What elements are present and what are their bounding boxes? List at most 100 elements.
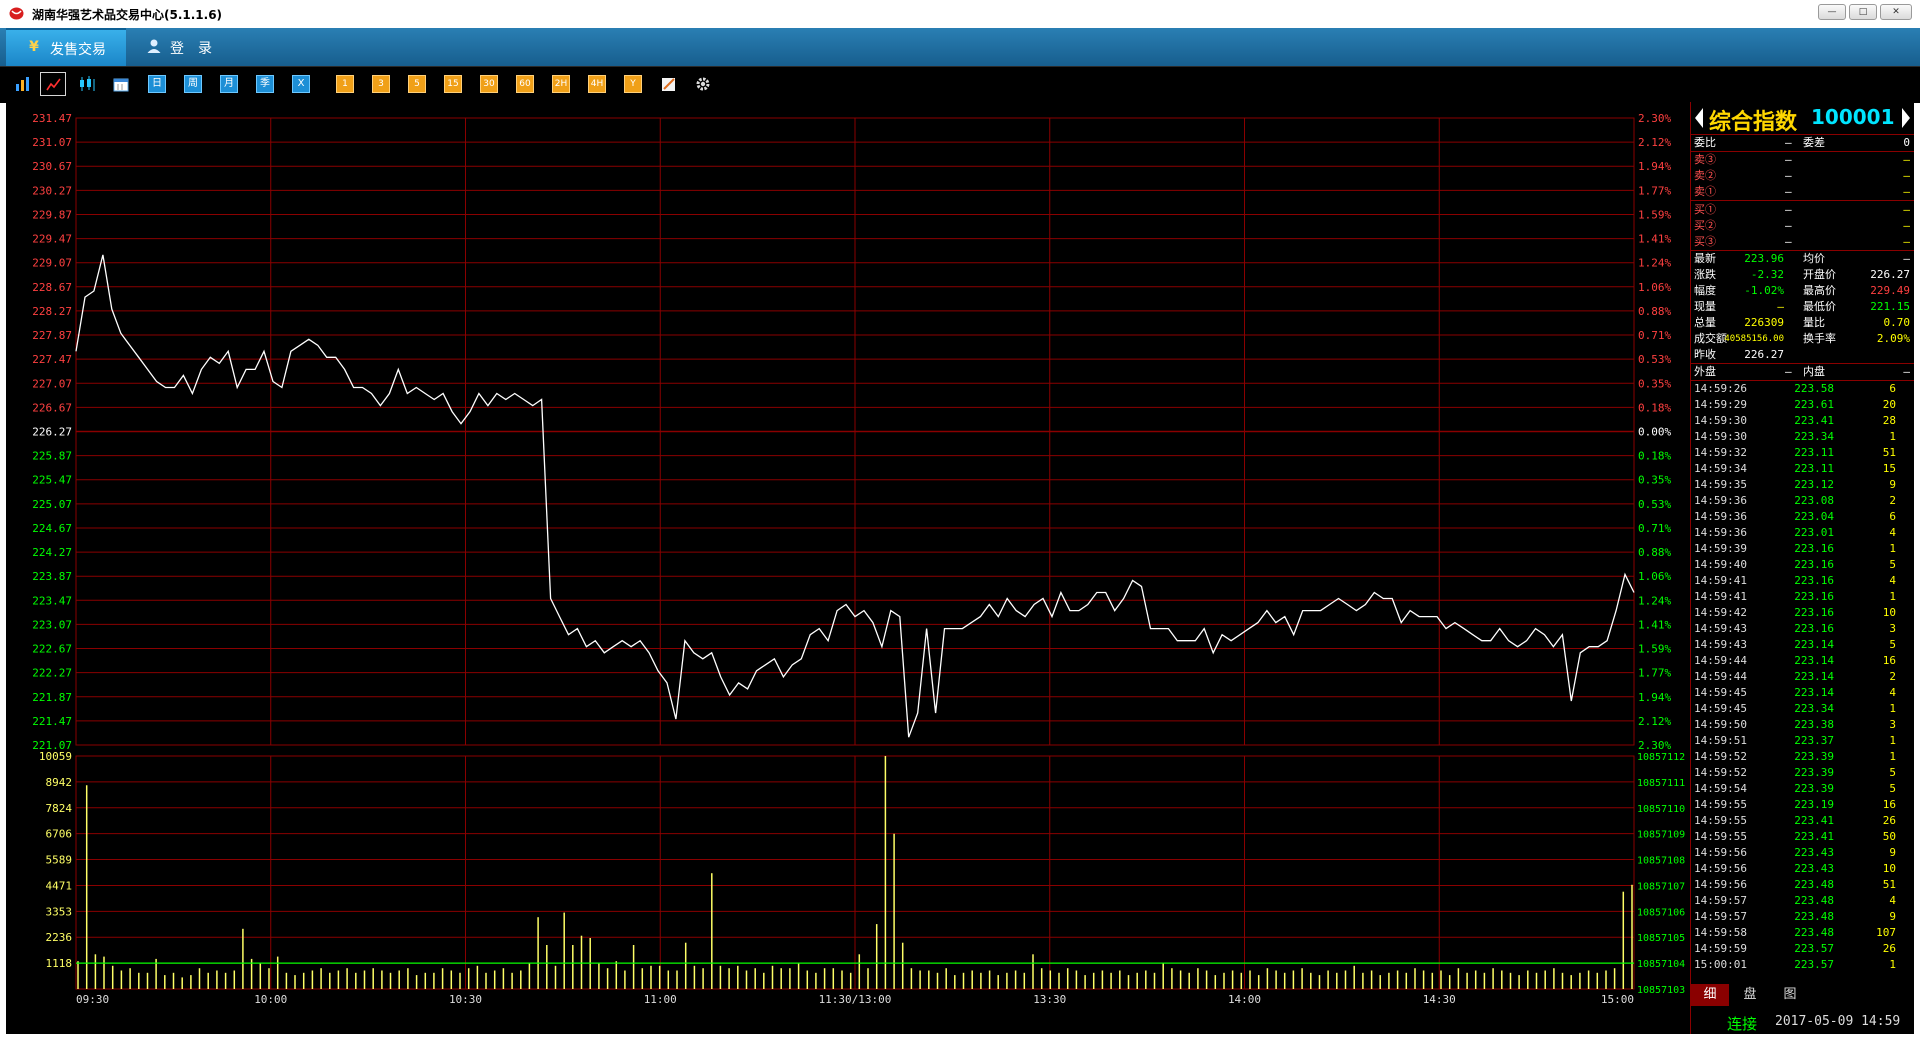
tab-login[interactable]: 登录: [140, 28, 240, 66]
toolbar-button-min-5[interactable]: 5: [408, 75, 426, 93]
price-tick-label: 222.67: [32, 643, 72, 656]
trade-volume: 16: [1882, 654, 1896, 667]
toolbar-button-period-x[interactable]: X: [292, 75, 310, 93]
trade-time: 14:59:50: [1694, 718, 1747, 731]
toolbar-button-min-15[interactable]: 15: [444, 75, 462, 93]
trade-row: 14:59:34 223.11 15: [1691, 461, 1914, 477]
maximize-button[interactable]: □: [1849, 4, 1877, 20]
toolbar-button-period-day[interactable]: 日: [148, 75, 166, 93]
trade-volume: 1: [1889, 750, 1896, 763]
quote-value: 2.09%: [1876, 332, 1910, 345]
trade-time: 14:59:29: [1694, 398, 1747, 411]
toolbar-button-min-30[interactable]: 30: [480, 75, 498, 93]
trade-price: 223.48: [1794, 910, 1834, 923]
trade-time: 14:59:54: [1694, 782, 1747, 795]
quote-label: 均价: [1803, 252, 1825, 265]
trade-time: 14:59:55: [1694, 830, 1747, 843]
connection-status: 连接: [1727, 1015, 1758, 1033]
toolbar-button-hour-2[interactable]: 2H: [552, 75, 570, 93]
trade-price: 223.04: [1794, 510, 1834, 523]
trade-price: 223.48: [1794, 878, 1834, 891]
trade-time: 14:59:58: [1694, 926, 1747, 939]
intraday-chart: 231.47 2.30% 231.07 2.12% 230.67 1.94% 230.27 1…: [32, 112, 1685, 1006]
trade-row: 14:59:52 223.39 5: [1691, 765, 1914, 781]
trade-volume: 28: [1882, 414, 1896, 427]
toolbar-button-min-1[interactable]: 1: [336, 75, 354, 93]
trade-volume: 10: [1882, 862, 1896, 875]
time-tick-label: 13:30: [1033, 993, 1066, 1006]
trade-row: 14:59:44 223.14 2: [1691, 669, 1914, 685]
quote-row: 涨跌 -2.32 开盘价 226.27: [1691, 267, 1914, 283]
sell-level-label: 卖③: [1694, 153, 1716, 166]
volume-right-label: 10857110: [1637, 804, 1685, 815]
sell-level-volume: —: [1903, 169, 1910, 182]
pct-tick-label: 0.53%: [1638, 353, 1671, 366]
trade-price: 223.38: [1794, 718, 1834, 731]
trade-price: 223.16: [1794, 606, 1834, 619]
calendar-icon[interactable]: [112, 75, 130, 93]
close-button[interactable]: ✕: [1880, 4, 1912, 20]
pct-tick-label: 0.35%: [1638, 474, 1671, 487]
draw-icon[interactable]: [660, 75, 678, 93]
bar-chart-icon[interactable]: [14, 75, 32, 93]
toolbar-button-period-month[interactable]: 月: [220, 75, 238, 93]
buy-level-row: 买② — —: [1691, 218, 1914, 234]
trade-time: 14:59:57: [1694, 910, 1747, 923]
price-tick-label: 230.67: [32, 160, 72, 173]
toolbar-button-min-60[interactable]: 60: [516, 75, 534, 93]
pct-tick-label: 1.59%: [1638, 643, 1671, 656]
quote-value: 0.70: [1883, 316, 1911, 329]
quote-value: 229.49: [1870, 284, 1910, 297]
toolbar-button-min-3[interactable]: 3: [372, 75, 390, 93]
tab-chart[interactable]: 图: [1771, 984, 1809, 1006]
price-tick-label: 228.27: [32, 305, 72, 318]
trade-price: 223.12: [1794, 478, 1834, 491]
buy-level-volume: —: [1903, 235, 1910, 248]
buy-level-volume: —: [1903, 203, 1910, 216]
trade-time: 14:59:44: [1694, 654, 1747, 667]
minimize-button[interactable]: —: [1818, 4, 1846, 20]
trade-price: 223.37: [1794, 734, 1834, 747]
time-tick-label: 09:30: [76, 993, 109, 1006]
status-datetime: 2017-05-09 14:59: [1775, 1014, 1901, 1029]
pct-tick-label: 0.53%: [1638, 498, 1671, 511]
toolbar-button-year[interactable]: Y: [624, 75, 642, 93]
trade-volume: 9: [1889, 910, 1896, 923]
toolbar-button-hour-4[interactable]: 4H: [588, 75, 606, 93]
trade-price: 223.16: [1794, 542, 1834, 555]
price-tick-label: 229.87: [32, 208, 72, 221]
price-tick-label: 226.27: [32, 426, 72, 439]
price-tick-label: 231.47: [32, 112, 72, 125]
trade-time: 14:59:34: [1694, 462, 1747, 475]
tab-disk[interactable]: 盘: [1731, 984, 1769, 1006]
trade-row: 14:59:29 223.61 20: [1691, 397, 1914, 413]
trade-time: 14:59:35: [1694, 478, 1747, 491]
buy-level-label: 买①: [1694, 203, 1716, 216]
price-tick-label: 224.67: [32, 522, 72, 535]
trade-price: 223.39: [1794, 782, 1834, 795]
outer-value: —: [1785, 365, 1792, 378]
gear-icon[interactable]: [694, 75, 712, 93]
toolbar-button-period-week[interactable]: 周: [184, 75, 202, 93]
pct-tick-label: 0.18%: [1638, 450, 1671, 463]
sell-level-row: 卖② — —: [1691, 168, 1914, 184]
toolbar-button-period-season[interactable]: 季: [256, 75, 274, 93]
trade-volume: 4: [1889, 526, 1896, 539]
trade-time: 14:59:41: [1694, 574, 1747, 587]
arrow-right-icon[interactable]: [1902, 108, 1910, 128]
outer-inner-row: 外盘 — 内盘 —: [1691, 364, 1914, 380]
tab-detail[interactable]: 细: [1691, 984, 1729, 1006]
trade-price: 223.14: [1794, 686, 1834, 699]
trade-time: 14:59:39: [1694, 542, 1747, 555]
main-area: 231.47 2.30% 231.07 2.12% 230.67 1.94% 230.27 1…: [6, 102, 1914, 1034]
quote-label: 成交额: [1694, 332, 1727, 345]
trade-time: 14:59:55: [1694, 814, 1747, 827]
candlestick-icon[interactable]: [78, 75, 96, 93]
tab-sell-trade[interactable]: ¥ 发售交易: [6, 28, 126, 66]
trade-volume: 26: [1882, 814, 1896, 827]
arrow-left-icon[interactable]: [1695, 108, 1703, 128]
trade-volume: 5: [1889, 782, 1896, 795]
volume-tick-label: 2236: [46, 931, 73, 944]
quote-row: 成交额 40585156.00 换手率 2.09%: [1691, 331, 1914, 347]
line-chart-icon[interactable]: [40, 72, 66, 96]
